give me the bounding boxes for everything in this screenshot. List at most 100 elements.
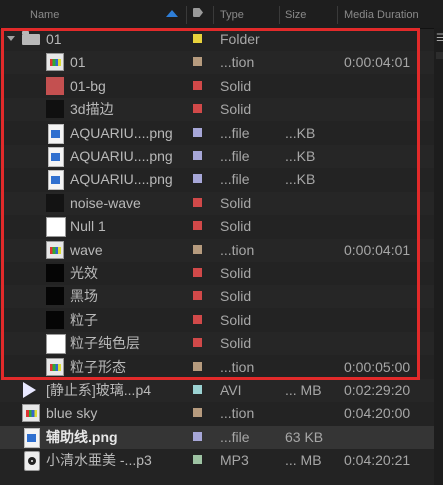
column-divider[interactable] <box>186 6 187 24</box>
item-type: ...tion <box>220 405 255 422</box>
item-media-duration: 0:02:29:20 <box>344 382 411 398</box>
item-type: Solid <box>220 335 252 352</box>
column-header-name[interactable]: Name <box>30 0 59 28</box>
project-item-row[interactable]: 小清水亜美 -...p3 MP3 ... MB 0:04:20:21 <box>0 449 443 472</box>
scroll-arrow[interactable] <box>436 52 443 59</box>
item-media-duration: 0:04:20:00 <box>344 405 411 422</box>
label-color-swatch[interactable] <box>193 174 202 184</box>
item-name: 光效 <box>70 265 98 281</box>
project-item-row[interactable]: AQUARIU....png ...file ...KB <box>0 145 443 168</box>
item-size: 63 KB <box>285 428 324 445</box>
video-file-icon <box>23 382 36 398</box>
label-color-swatch[interactable] <box>193 104 202 114</box>
item-name: 01-bg <box>70 77 106 94</box>
project-item-row[interactable]: 3d描边 Solid <box>0 98 443 122</box>
item-name: 3d描边 <box>70 101 114 118</box>
item-type: ...tion <box>220 54 255 71</box>
project-item-row[interactable]: Null 1 Solid <box>0 215 443 238</box>
label-color-swatch[interactable] <box>193 291 202 301</box>
project-item-row[interactable]: 粒子纯色层 Solid <box>0 332 443 356</box>
label-color-swatch[interactable] <box>193 57 202 67</box>
audio-file-icon <box>24 451 40 472</box>
project-item-row[interactable]: [静止系]玻璃...p4 AVI ... MB 0:02:29:20 <box>0 379 443 402</box>
item-type: ...tion <box>220 241 255 258</box>
label-tag-icon[interactable] <box>193 8 203 17</box>
project-item-row[interactable]: AQUARIU....png ...file ...KB <box>0 122 443 145</box>
item-type: Folder <box>220 31 260 47</box>
item-name: 粒子形态 <box>70 358 126 375</box>
sort-ascending-icon[interactable] <box>166 10 178 17</box>
label-color-swatch[interactable] <box>193 314 202 324</box>
item-size: ...KB <box>285 171 316 188</box>
label-color-swatch[interactable] <box>193 455 202 465</box>
item-type: Solid <box>220 194 252 211</box>
expand-twirl-icon[interactable] <box>7 36 15 41</box>
composition-icon <box>46 53 64 72</box>
solid-swatch-icon <box>46 100 64 119</box>
label-color-swatch[interactable] <box>193 408 202 418</box>
composition-icon <box>46 357 64 376</box>
solid-swatch-icon <box>46 76 64 95</box>
item-type: Solid <box>220 288 252 305</box>
item-name: AQUARIU....png <box>70 148 173 164</box>
label-color-swatch[interactable] <box>193 385 202 394</box>
item-type: Solid <box>220 311 252 328</box>
label-color-swatch[interactable] <box>193 127 202 137</box>
png-file-icon <box>24 427 40 448</box>
column-divider[interactable] <box>213 6 214 24</box>
item-type: Solid <box>220 77 252 94</box>
solid-swatch-icon <box>46 193 64 212</box>
item-type: ...file <box>220 428 250 445</box>
item-name: noise-wave <box>70 194 141 211</box>
project-item-row[interactable]: 01-bg Solid <box>0 75 443 98</box>
project-item-row[interactable]: wave ...tion 0:00:04:01 <box>0 238 443 262</box>
item-size: ... MB <box>285 382 322 398</box>
label-color-swatch[interactable] <box>193 197 202 207</box>
column-divider[interactable] <box>279 6 280 24</box>
item-name: AQUARIU....png <box>70 124 173 141</box>
project-item-row[interactable]: 01 ...tion 0:00:04:01 <box>0 51 443 75</box>
item-media-duration: 0:00:05:00 <box>344 358 411 375</box>
png-file-icon <box>48 123 64 144</box>
item-media-duration: 0:00:04:01 <box>344 54 411 71</box>
label-color-swatch[interactable] <box>193 338 202 348</box>
item-name: AQUARIU....png <box>70 171 173 188</box>
label-color-swatch[interactable] <box>193 244 202 254</box>
item-size: ...KB <box>285 124 316 141</box>
project-item-row[interactable]: noise-wave Solid <box>0 191 443 215</box>
label-color-swatch[interactable] <box>193 151 202 160</box>
item-name: 辅助线.png <box>46 428 118 445</box>
item-name: 小清水亜美 -...p3 <box>46 452 152 469</box>
panel-menu-icon[interactable]: ☰ <box>436 34 443 44</box>
project-item-row[interactable]: 粒子形态 ...tion 0:00:05:00 <box>0 356 443 379</box>
project-item-row[interactable]: 光效 Solid <box>0 262 443 285</box>
project-item-row[interactable]: 黑场 Solid <box>0 285 443 309</box>
item-size: ...KB <box>285 148 316 164</box>
label-color-swatch[interactable] <box>193 34 202 43</box>
project-item-row[interactable]: AQUARIU....png ...file ...KB <box>0 168 443 191</box>
column-divider[interactable] <box>337 6 338 24</box>
label-color-swatch[interactable] <box>193 361 202 371</box>
item-type: AVI <box>220 382 242 398</box>
composition-icon <box>46 240 64 259</box>
column-header-bar: Name Type Size Media Duration <box>0 0 443 29</box>
item-size: ... MB <box>285 452 322 469</box>
column-header-media-duration[interactable]: Media Duration <box>344 0 419 28</box>
label-color-swatch[interactable] <box>193 431 202 441</box>
project-item-row[interactable]: 粒子 Solid <box>0 309 443 332</box>
column-header-size[interactable]: Size <box>285 0 306 28</box>
folder-row[interactable]: 01 Folder <box>0 28 443 51</box>
label-color-swatch[interactable] <box>193 268 202 277</box>
column-header-type[interactable]: Type <box>220 0 244 28</box>
item-name: 01 <box>70 54 86 71</box>
solid-swatch-icon <box>46 217 66 238</box>
label-color-swatch[interactable] <box>193 80 202 90</box>
item-name: wave <box>70 241 103 258</box>
project-item-row[interactable]: blue sky ...tion 0:04:20:00 <box>0 402 443 425</box>
vertical-scrollbar[interactable] <box>434 28 443 485</box>
label-color-swatch[interactable] <box>193 221 202 231</box>
item-name: Null 1 <box>70 218 106 235</box>
item-type: ...file <box>220 171 250 188</box>
item-type: ...tion <box>220 358 255 375</box>
project-item-row[interactable]: 辅助线.png ...file 63 KB <box>0 425 443 449</box>
